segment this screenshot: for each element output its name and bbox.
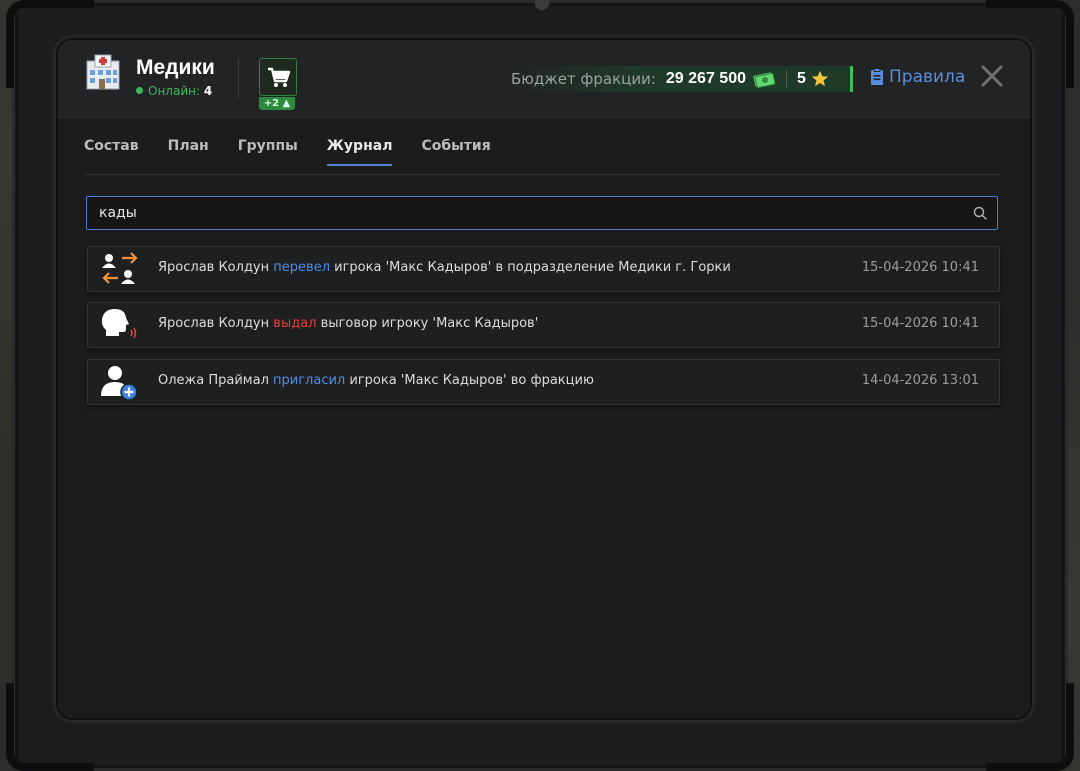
faction-stars: 5 <box>796 70 806 87</box>
shop-button[interactable] <box>259 58 297 96</box>
log-action: пригласил <box>273 373 346 388</box>
budget-label: Бюджет фракции: <box>511 70 656 88</box>
log-actor: Олежа Праймал <box>158 373 269 388</box>
transfer-users-icon <box>102 252 138 284</box>
log-time: 15-04-2026 10:41 <box>861 260 979 275</box>
add-user-icon <box>101 366 138 401</box>
log-action: выдал <box>273 316 317 331</box>
tab-divider <box>84 174 1002 175</box>
clipboard-icon <box>871 68 883 85</box>
hospital-icon <box>86 54 120 90</box>
header-divider <box>238 58 239 98</box>
log-time: 14-04-2026 13:01 <box>861 373 979 388</box>
shop-badge: +2 ▲ <box>259 97 295 110</box>
close-icon[interactable] <box>980 64 1004 88</box>
triangle-up-icon: ▲ <box>279 98 291 109</box>
panel-header: Медики Онлайн: 4 +2 ▲ Бюджет фракции: 29… <box>58 40 1030 118</box>
budget-amount: 29 267 500 <box>665 70 746 87</box>
star-icon <box>811 70 828 87</box>
search-input[interactable] <box>99 197 959 229</box>
log-text: Ярослав Колдун выдал выговор игроку 'Мак… <box>158 316 538 331</box>
faction-panel: Медики Онлайн: 4 +2 ▲ Бюджет фракции: 29… <box>58 40 1030 718</box>
log-text: Ярослав Колдун перевел игрока 'Макс Кады… <box>158 260 731 275</box>
rules-label: Правила <box>889 67 966 87</box>
faction-budget: Бюджет фракции: 29 267 500 5 <box>505 66 853 92</box>
search-icon[interactable] <box>973 206 987 220</box>
log-text: Олежа Праймал пригласил игрока 'Макс Кад… <box>158 373 594 388</box>
log-details: выговор игроку 'Макс Кадыров' <box>320 316 539 331</box>
speaking-head-icon <box>101 309 137 339</box>
online-count: 4 <box>203 84 213 98</box>
log-details: игрока 'Макс Кадыров' во фракцию <box>349 373 594 388</box>
tab-journal[interactable]: Журнал <box>326 138 393 166</box>
log-action: перевел <box>273 260 330 275</box>
tab-groups[interactable]: Группы <box>238 138 298 166</box>
budget-separator <box>785 70 787 88</box>
shop-badge-text: +2 <box>263 98 280 109</box>
rules-button[interactable]: Правила <box>870 67 965 87</box>
faction-name: Медики <box>136 56 215 79</box>
tab-bar: Состав План Группы Журнал События <box>84 138 520 166</box>
log-row: Олежа Праймал пригласил игрока 'Макс Кад… <box>87 359 1000 405</box>
log-time: 15-04-2026 10:41 <box>861 316 979 331</box>
log-details: игрока 'Макс Кадыров' в подразделение Ме… <box>334 260 731 275</box>
tab-events[interactable]: События <box>421 138 490 166</box>
tab-sostav[interactable]: Состав <box>84 138 139 166</box>
log-row: Ярослав Колдун перевел игрока 'Макс Кады… <box>87 246 1000 292</box>
tab-plan[interactable]: План <box>168 138 209 166</box>
online-status: Онлайн: 4 <box>136 84 212 98</box>
cart-icon <box>268 67 291 87</box>
log-actor: Ярослав Колдун <box>158 260 270 275</box>
online-dot-icon <box>136 87 143 94</box>
online-label: Онлайн: <box>148 84 201 98</box>
log-row: Ярослав Колдун выдал выговор игроку 'Мак… <box>87 302 1000 348</box>
money-icon <box>753 72 776 88</box>
log-actor: Ярослав Колдун <box>158 316 270 331</box>
search-box <box>86 196 998 230</box>
